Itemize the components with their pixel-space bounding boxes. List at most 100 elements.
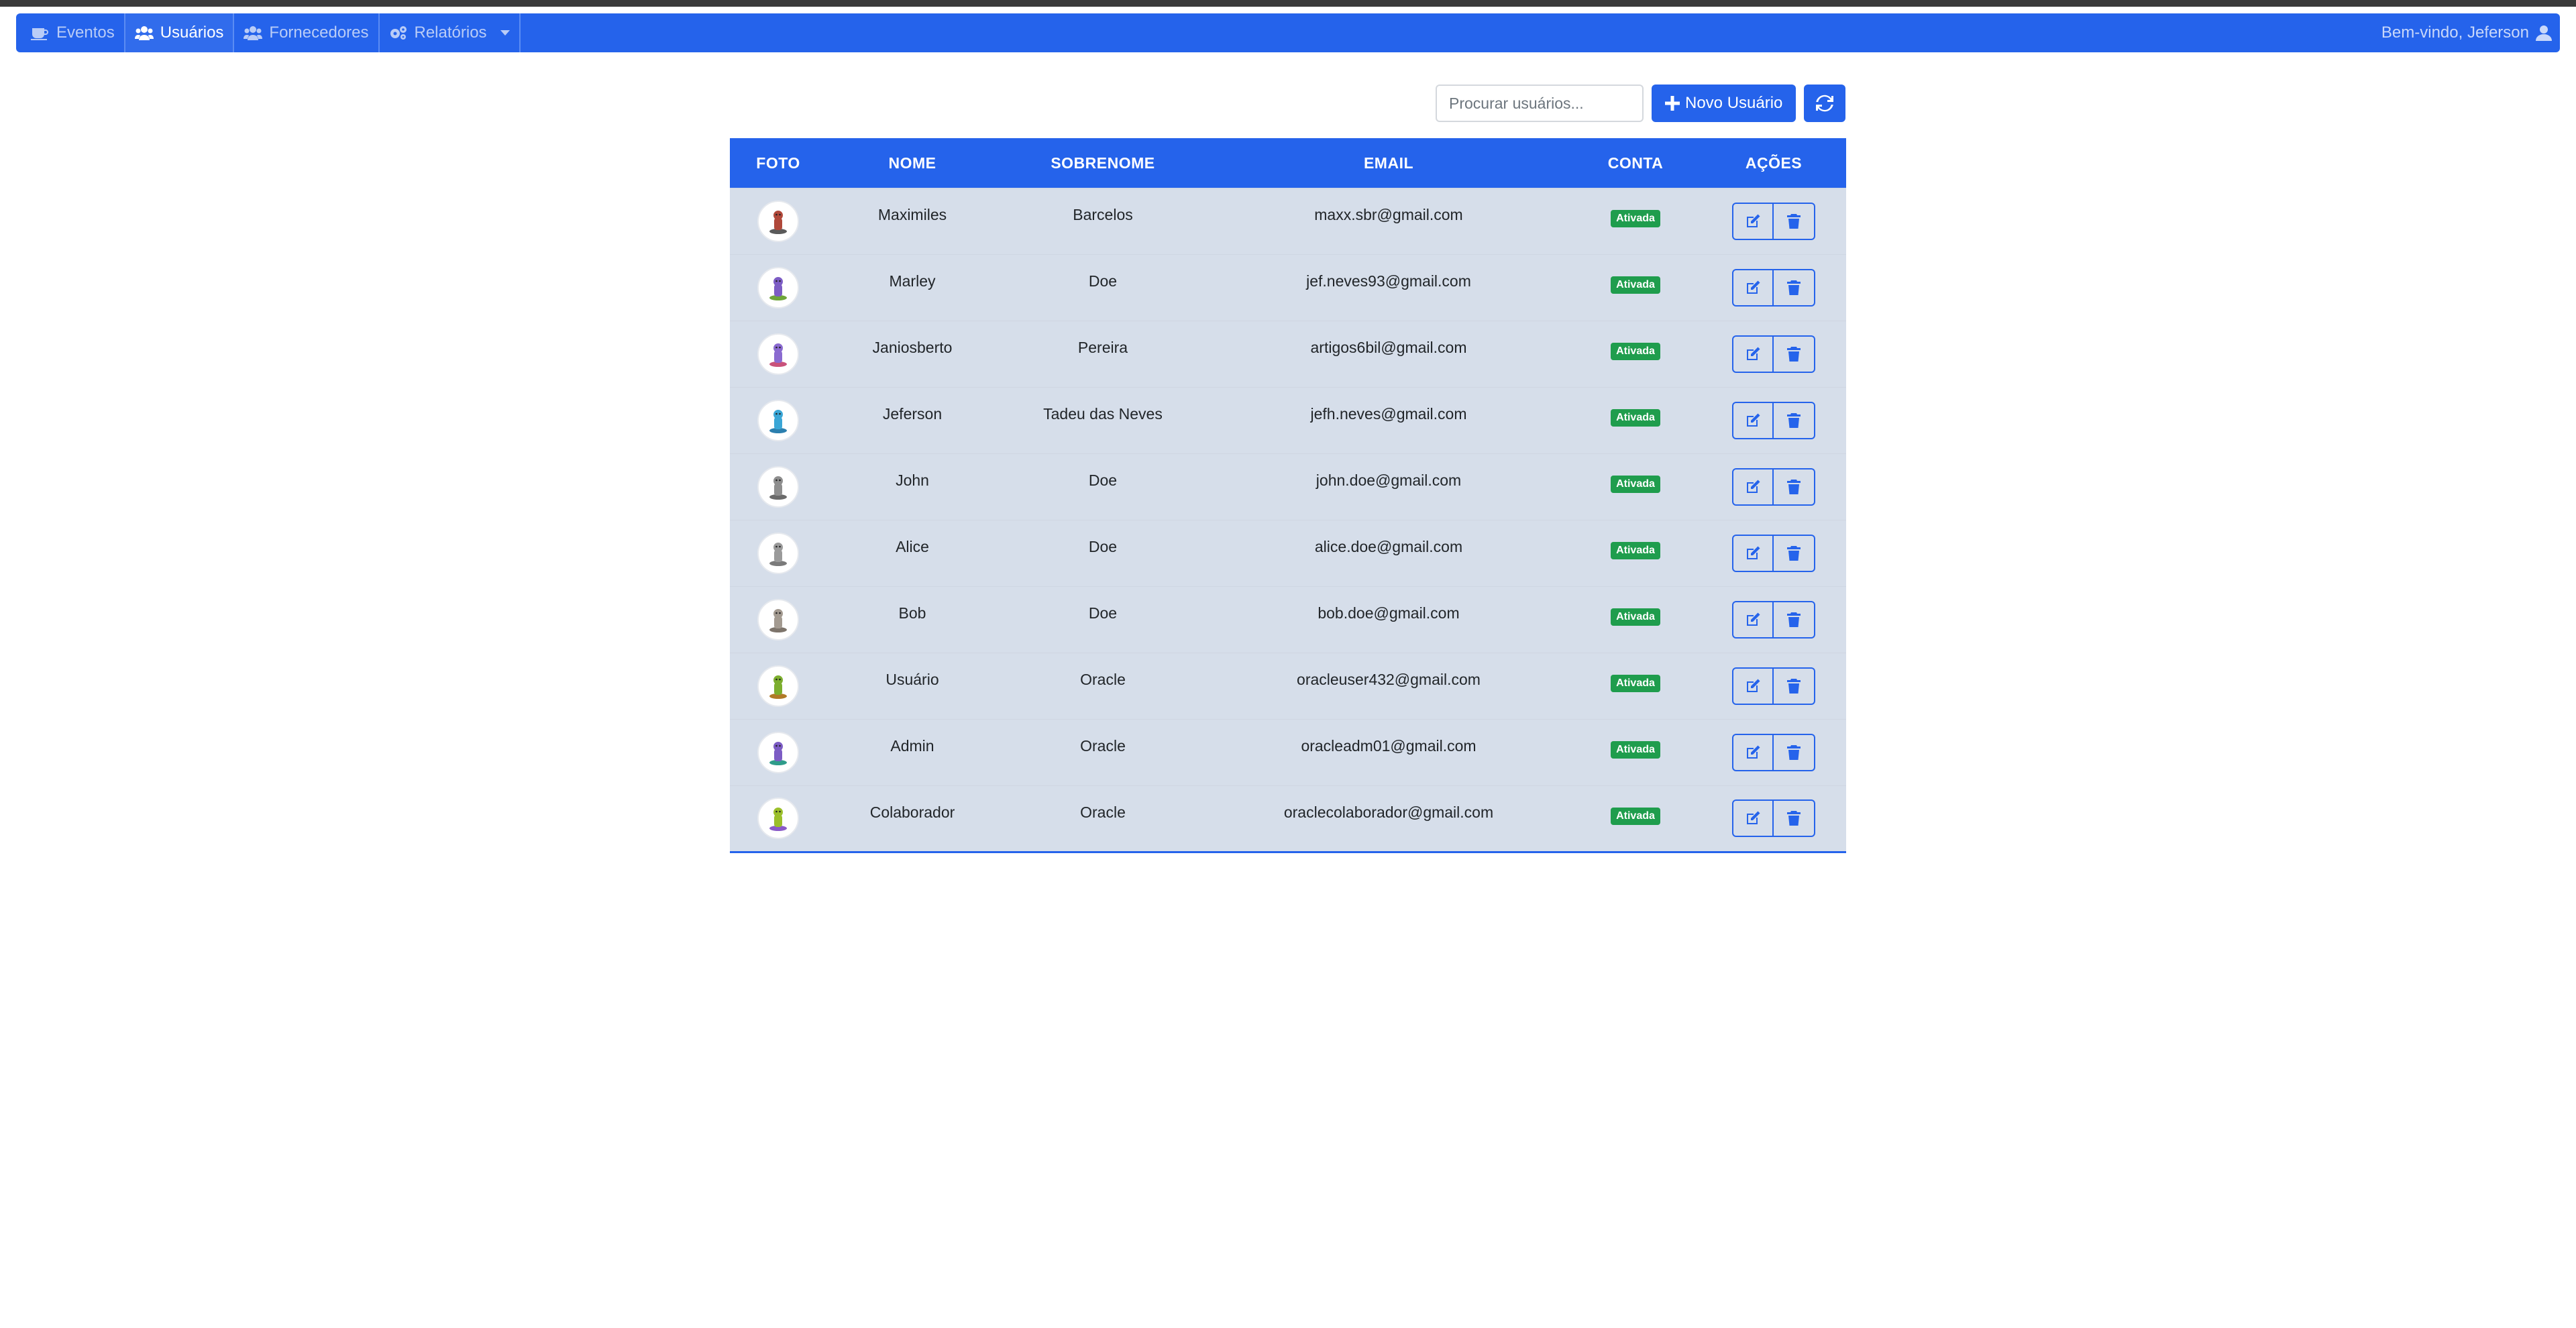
edit-icon: [1747, 811, 1760, 824]
avatar[interactable]: [757, 532, 799, 574]
first-name-cell: Jeferson: [882, 405, 943, 423]
photo-cell: [730, 653, 826, 720]
avatar[interactable]: [757, 465, 799, 508]
avatar[interactable]: [757, 333, 799, 375]
first-name-cell: Admin: [890, 737, 934, 755]
column-header-nome[interactable]: NOME: [826, 138, 998, 188]
actions-cell: [1701, 321, 1846, 388]
top-navbar: Eventos Usuários Fornecedores Relatórios…: [16, 13, 2560, 52]
status-badge: Ativada: [1611, 608, 1660, 626]
first-name-cell: Usuário: [885, 671, 939, 688]
edit-user-button[interactable]: [1732, 733, 1774, 771]
edit-user-button[interactable]: [1732, 799, 1774, 837]
avatar[interactable]: [757, 598, 799, 641]
edit-icon: [1747, 546, 1760, 559]
window-top-edge: [0, 0, 2576, 7]
row-actions: [1732, 202, 1815, 240]
avatar[interactable]: [757, 797, 799, 839]
first-name-cell: Alice: [896, 538, 929, 555]
email-cell: oraclecolaborador@gmail.com: [1283, 804, 1494, 821]
status-cell: Ativada: [1570, 653, 1701, 720]
trash-icon: [1787, 678, 1801, 694]
edit-user-button[interactable]: [1732, 600, 1774, 639]
nav-item-usuarios[interactable]: Usuários: [125, 13, 235, 52]
edit-user-button[interactable]: [1732, 467, 1774, 506]
trash-icon: [1787, 612, 1801, 627]
photo-cell: [730, 255, 826, 321]
avatar[interactable]: [757, 665, 799, 707]
delete-user-button[interactable]: [1774, 733, 1815, 771]
edit-icon: [1747, 745, 1760, 759]
user-avatar-icon: [769, 808, 787, 831]
edit-user-button[interactable]: [1732, 401, 1774, 439]
user-avatar-icon: [769, 608, 787, 632]
nav-item-fornecedores[interactable]: Fornecedores: [234, 13, 380, 52]
nav-item-relatorios[interactable]: Relatórios: [380, 13, 521, 52]
delete-user-button[interactable]: [1774, 667, 1815, 705]
user-menu[interactable]: Bem-vindo, Jeferson: [2381, 13, 2560, 52]
delete-user-button[interactable]: [1774, 268, 1815, 307]
nav-item-eventos[interactable]: Eventos: [16, 13, 125, 52]
trash-icon: [1787, 280, 1801, 295]
row-actions: [1732, 799, 1815, 837]
new-user-label: Novo Usuário: [1685, 94, 1783, 112]
table-row: Alice Doe alice.doe@gmail.com Ativada: [730, 520, 1846, 587]
first-name-cell: Janiosberto: [872, 339, 953, 356]
last-name-cell: Barcelos: [1073, 206, 1133, 223]
user-icon: [2536, 25, 2552, 41]
column-header-sobrenome[interactable]: SOBRENOME: [998, 138, 1208, 188]
status-cell: Ativada: [1570, 786, 1701, 852]
delete-user-button[interactable]: [1774, 799, 1815, 837]
search-input[interactable]: [1436, 85, 1644, 122]
trash-icon: [1787, 213, 1801, 229]
table-row: Janiosberto Pereira artigos6bil@gmail.com A…: [730, 321, 1846, 388]
edit-user-button[interactable]: [1732, 202, 1774, 240]
new-user-button[interactable]: Novo Usuário: [1652, 85, 1796, 122]
delete-user-button[interactable]: [1774, 335, 1815, 373]
delete-user-button[interactable]: [1774, 600, 1815, 639]
photo-cell: [730, 520, 826, 587]
row-actions: [1732, 335, 1815, 373]
edit-icon: [1747, 214, 1760, 227]
edit-user-button[interactable]: [1732, 667, 1774, 705]
column-header-conta[interactable]: CONTA: [1570, 138, 1701, 188]
last-name-cell: Pereira: [1077, 339, 1128, 356]
column-header-foto[interactable]: FOTO: [730, 138, 826, 188]
coffee-icon: [31, 28, 48, 40]
avatar[interactable]: [757, 731, 799, 773]
status-badge: Ativada: [1611, 276, 1660, 294]
column-header-email[interactable]: EMAIL: [1208, 138, 1570, 188]
plus-icon: [1665, 96, 1680, 111]
avatar[interactable]: [757, 399, 799, 441]
delete-user-button[interactable]: [1774, 467, 1815, 506]
last-name-cell: Doe: [1088, 272, 1118, 290]
delete-user-button[interactable]: [1774, 202, 1815, 240]
user-avatar-icon: [769, 276, 787, 300]
email-cell: maxx.sbr@gmail.com: [1314, 206, 1463, 223]
delete-user-button[interactable]: [1774, 401, 1815, 439]
delete-user-button[interactable]: [1774, 534, 1815, 572]
table-header-row: FOTO NOME SOBRENOME EMAIL CONTA AÇÕES: [730, 138, 1846, 188]
email-cell: jef.neves93@gmail.com: [1306, 272, 1471, 290]
users-icon: [134, 26, 154, 40]
avatar[interactable]: [757, 266, 799, 309]
edit-user-button[interactable]: [1732, 534, 1774, 572]
refresh-button[interactable]: [1804, 85, 1846, 122]
row-actions: [1732, 401, 1815, 439]
edit-user-button[interactable]: [1732, 335, 1774, 373]
email-cell: john.doe@gmail.com: [1316, 472, 1462, 489]
actions-cell: [1701, 520, 1846, 587]
user-avatar-icon: [769, 409, 787, 433]
users-toolbar: Novo Usuário: [1436, 85, 1846, 122]
trash-icon: [1787, 479, 1801, 494]
table-row: Usuário Oracle oracleuser432@gmail.com Ativ…: [730, 653, 1846, 720]
actions-cell: [1701, 255, 1846, 321]
first-name-cell: John: [896, 472, 929, 489]
nav-menu: Eventos Usuários Fornecedores Relatórios: [16, 13, 521, 52]
edit-icon: [1747, 347, 1760, 360]
edit-icon: [1747, 612, 1760, 626]
edit-user-button[interactable]: [1732, 268, 1774, 307]
edit-icon: [1747, 679, 1760, 692]
avatar[interactable]: [757, 200, 799, 242]
user-avatar-icon: [769, 210, 787, 234]
